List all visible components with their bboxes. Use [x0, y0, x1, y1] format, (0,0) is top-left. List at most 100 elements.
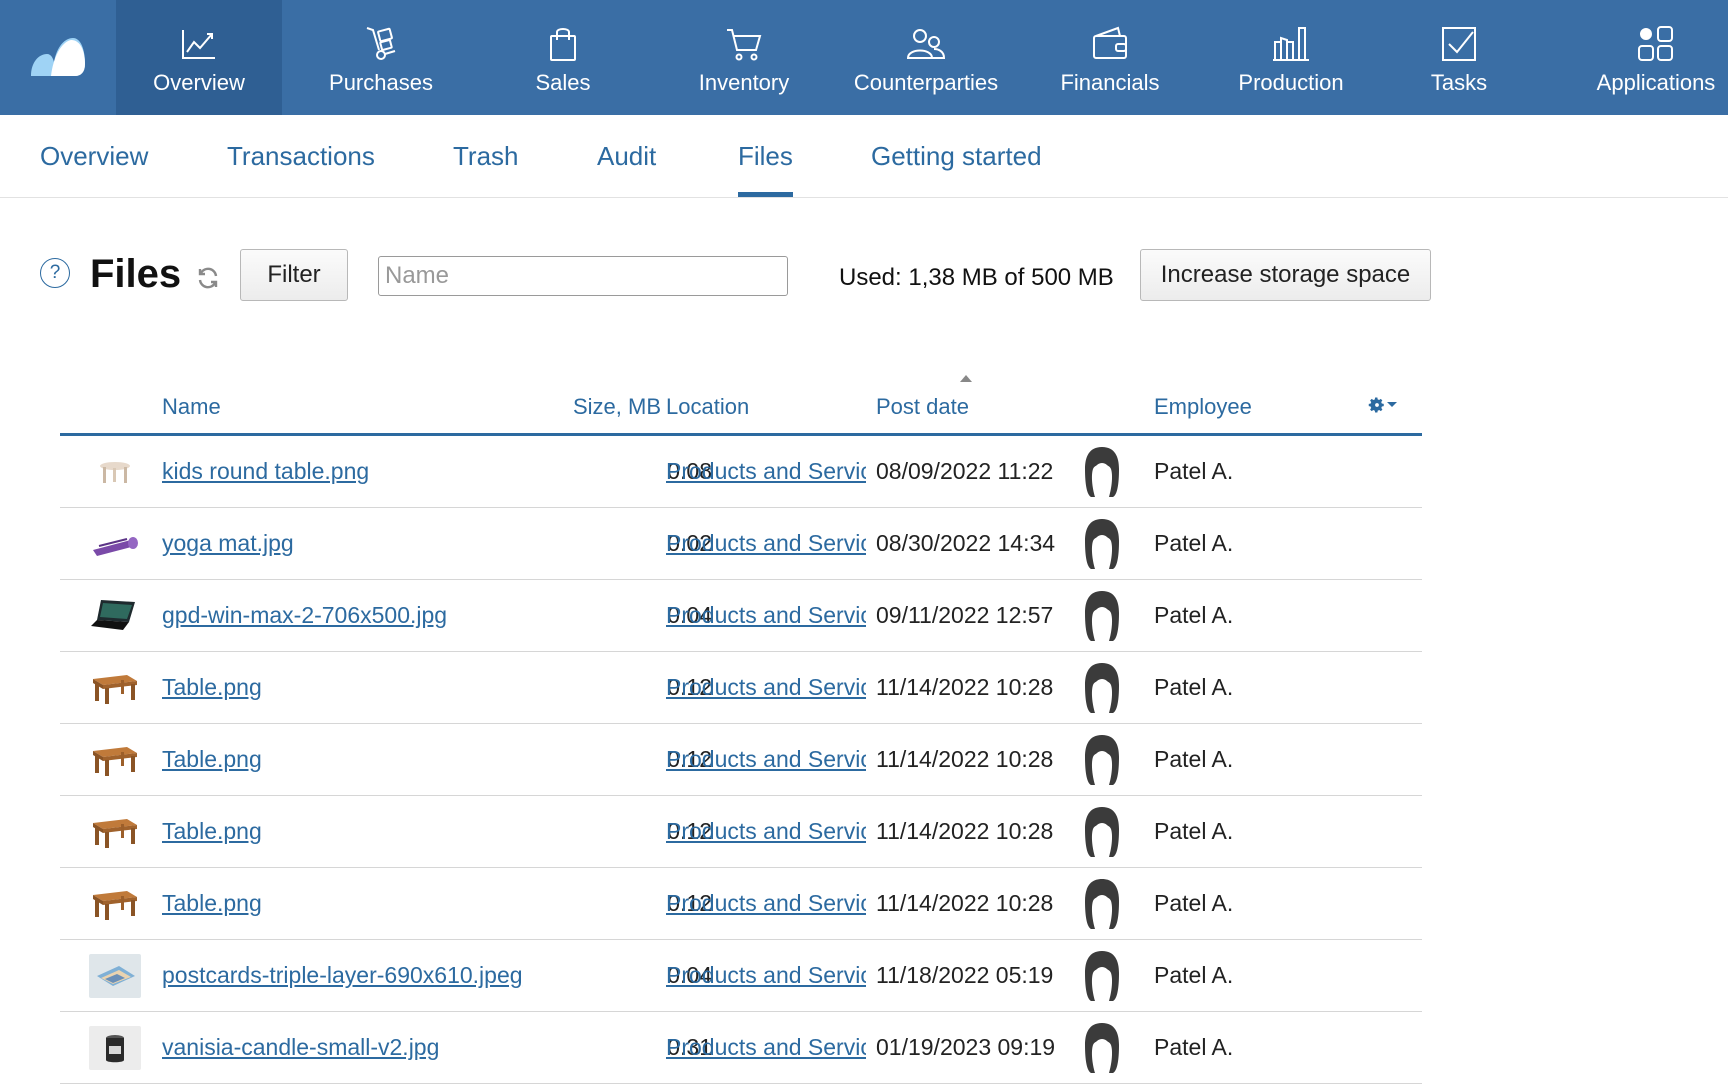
- file-name-link[interactable]: Table.png: [162, 674, 262, 701]
- table-row: kids round table.png 0.08 Products and S…: [60, 436, 1422, 508]
- tab-audit[interactable]: Audit: [597, 115, 656, 197]
- wallet-icon: [1093, 26, 1127, 59]
- tab-getting-started[interactable]: Getting started: [871, 115, 1042, 197]
- logo-icon: [31, 37, 85, 76]
- table-row: vanisia-candle-small-v2.jpg 0.31 Product…: [60, 1012, 1422, 1084]
- page-title: Files: [90, 252, 182, 296]
- sort-ascending-icon: [960, 375, 972, 382]
- avatar: [1085, 950, 1119, 1001]
- apps-grid-icon: [1638, 25, 1673, 61]
- table-row: Table.png 0.12 Products and Service 11/1…: [60, 868, 1422, 940]
- location-link[interactable]: Products and Service: [666, 890, 866, 917]
- employee-name: Patel A.: [1154, 674, 1234, 700]
- post-date: 08/30/2022 14:34: [876, 530, 1056, 556]
- nav-item-label: Inventory: [698, 69, 790, 95]
- nav-item-applications[interactable]: Applications: [1590, 0, 1722, 115]
- post-date: 11/14/2022 10:28: [876, 746, 1054, 772]
- table-row: yoga mat.jpg 0.02 Products and Service 0…: [60, 508, 1422, 580]
- column-header-size[interactable]: Size, MB: [573, 394, 661, 420]
- avatar: [1085, 662, 1119, 713]
- nav-item-label: Financials: [1060, 69, 1160, 95]
- table-thumbnail[interactable]: [89, 666, 141, 710]
- nav-item-label: Sales: [535, 69, 591, 95]
- post-date: 08/09/2022 11:22: [876, 458, 1054, 484]
- table-row: gpd-win-max-2-706x500.jpg 0.04 Products …: [60, 580, 1422, 652]
- table-row: Table.png 0.12 Products and Service 11/1…: [60, 796, 1422, 868]
- employee-name: Patel A.: [1154, 602, 1234, 628]
- column-settings-button[interactable]: [1368, 396, 1398, 414]
- location-link[interactable]: Products and Service: [666, 962, 866, 989]
- nav-item-label: Purchases: [329, 69, 433, 95]
- file-name-link[interactable]: gpd-win-max-2-706x500.jpg: [162, 602, 447, 629]
- table-thumbnail[interactable]: [89, 738, 141, 782]
- candle-thumbnail[interactable]: [89, 1025, 141, 1070]
- table-thumbnail[interactable]: [89, 882, 141, 926]
- employee-name: Patel A.: [1154, 458, 1234, 484]
- employee-name: Patel A.: [1154, 962, 1234, 988]
- tab-trash[interactable]: Trash: [453, 115, 519, 197]
- tab-overview[interactable]: Overview: [40, 115, 148, 197]
- nav-item-label: Counterparties: [853, 69, 999, 95]
- nav-item-purchases[interactable]: Purchases: [316, 0, 446, 115]
- chevron-down-icon: [1387, 402, 1397, 407]
- file-name-link[interactable]: kids round table.png: [162, 458, 369, 485]
- file-name-link[interactable]: Table.png: [162, 746, 262, 773]
- employee-name: Patel A.: [1154, 818, 1234, 844]
- nav-item-label: Tasks: [1430, 69, 1488, 95]
- table-thumbnail[interactable]: [89, 810, 141, 854]
- nav-item-sales[interactable]: Sales: [508, 0, 618, 115]
- postcards-thumbnail[interactable]: [89, 953, 141, 998]
- shopping-bag-icon: [550, 27, 576, 61]
- file-name-link[interactable]: yoga mat.jpg: [162, 530, 294, 557]
- post-date: 11/14/2022 10:28: [876, 674, 1054, 700]
- location-link[interactable]: Products and Service: [666, 746, 866, 773]
- file-name-link[interactable]: postcards-triple-layer-690x610.jpeg: [162, 962, 523, 989]
- increase-storage-button[interactable]: Increase storage space: [1140, 249, 1431, 301]
- column-header-post-date[interactable]: Post date: [876, 394, 969, 420]
- laptop-thumbnail[interactable]: [89, 594, 141, 638]
- location-link[interactable]: Products and Service: [666, 818, 866, 845]
- hand-truck-icon: [366, 26, 396, 60]
- location-link[interactable]: Products and Service: [666, 530, 866, 557]
- employee-name: Patel A.: [1154, 746, 1234, 772]
- refresh-icon[interactable]: [196, 266, 220, 290]
- file-name-link[interactable]: Table.png: [162, 818, 262, 845]
- nav-item-counterparties[interactable]: Counterparties: [850, 0, 1002, 115]
- help-icon[interactable]: ?: [40, 258, 70, 288]
- yoga-mat-thumbnail[interactable]: [89, 522, 141, 566]
- nav-item-inventory[interactable]: Inventory: [680, 0, 808, 115]
- people-icon: [906, 28, 946, 59]
- tab-files[interactable]: Files: [738, 115, 793, 197]
- avatar: [1085, 446, 1119, 497]
- chart-line-icon: [182, 29, 215, 59]
- nav-item-label: Overview: [153, 69, 245, 95]
- location-link[interactable]: Products and Service: [666, 602, 866, 629]
- file-name-link[interactable]: vanisia-candle-small-v2.jpg: [162, 1034, 439, 1061]
- nav-item-production[interactable]: Production: [1226, 0, 1356, 115]
- name-search-input[interactable]: [378, 256, 788, 296]
- nav-item-tasks[interactable]: Tasks: [1414, 0, 1504, 115]
- post-date: 11/18/2022 05:19: [876, 962, 1054, 988]
- checkbox-icon: [1442, 26, 1476, 61]
- nav-item-financials[interactable]: Financials: [1052, 0, 1168, 115]
- column-header-location[interactable]: Location: [666, 394, 749, 420]
- employee-name: Patel A.: [1154, 1034, 1234, 1060]
- location-link[interactable]: Products and Service: [666, 458, 866, 485]
- employee-name: Patel A.: [1154, 530, 1234, 556]
- tab-transactions[interactable]: Transactions: [227, 115, 375, 197]
- table-header: Name Size, MB Location Post date Employe…: [60, 375, 1422, 436]
- post-date: 01/19/2023 09:19: [876, 1034, 1056, 1060]
- column-header-employee[interactable]: Employee: [1154, 394, 1252, 420]
- column-header-name[interactable]: Name: [162, 394, 221, 420]
- kids-table-thumbnail[interactable]: [89, 450, 141, 494]
- gear-icon: [1368, 397, 1384, 413]
- subtab-bar: Overview Transactions Trash Audit Files …: [0, 115, 1728, 198]
- location-link[interactable]: Products and Service: [666, 674, 866, 701]
- location-link[interactable]: Products and Service: [666, 1034, 866, 1061]
- nav-item-overview[interactable]: Overview: [116, 0, 282, 115]
- post-date: 11/14/2022 10:28: [876, 818, 1054, 844]
- file-name-link[interactable]: Table.png: [162, 890, 262, 917]
- filter-button[interactable]: Filter: [240, 249, 348, 301]
- table-row: Table.png 0.12 Products and Service 11/1…: [60, 724, 1422, 796]
- app-logo[interactable]: [0, 0, 116, 115]
